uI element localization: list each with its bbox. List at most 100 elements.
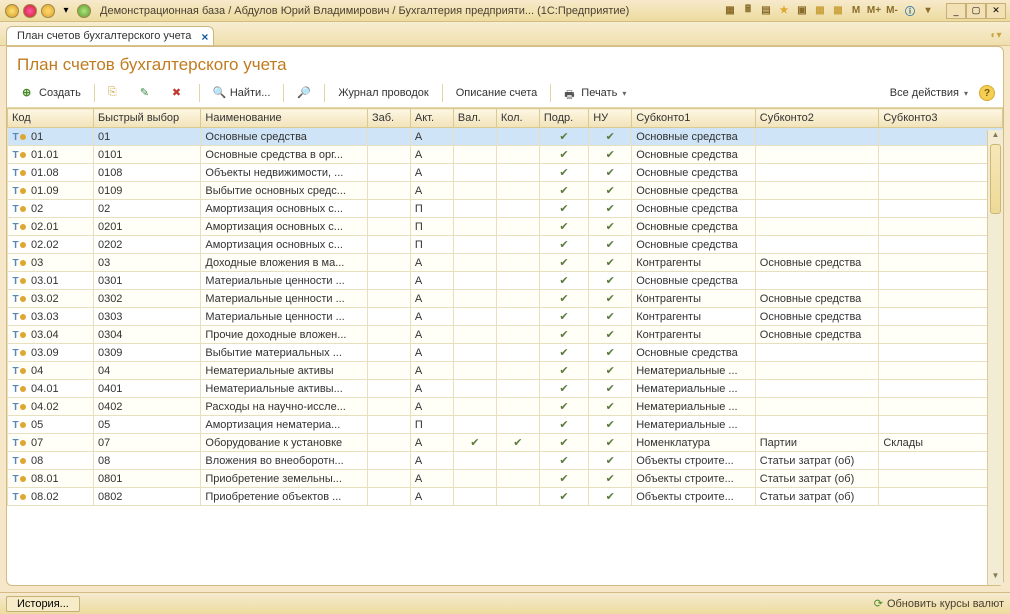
traffic-yellow-icon[interactable] xyxy=(40,3,56,19)
toolbar: ⊕Создать ⎘ ✎ ✖ 🔍Найти... 🔎 Журнал провод… xyxy=(7,81,1003,108)
grid-header-row: Код Быстрый выбор Наименование Заб. Акт.… xyxy=(8,109,1003,128)
close-button[interactable]: ✕ xyxy=(986,3,1006,19)
tb-mminus-icon[interactable]: M- xyxy=(884,3,900,19)
refresh-rates-link[interactable]: Обновить курсы валют xyxy=(887,598,1004,610)
table-row[interactable]: Т 08.010801Приобретение земельны...А✔✔Об… xyxy=(8,470,1003,488)
journal-button[interactable]: Журнал проводок xyxy=(331,84,435,102)
app-logo-icon xyxy=(4,3,20,19)
table-row[interactable]: Т 01.010101Основные средства в орг...А✔✔… xyxy=(8,146,1003,164)
col-s3[interactable]: Субконто3 xyxy=(879,109,1003,128)
table-row[interactable]: Т 0202Амортизация основных с...П✔✔Основн… xyxy=(8,200,1003,218)
account-icon: Т xyxy=(12,168,26,179)
grid: Код Быстрый выбор Наименование Заб. Акт.… xyxy=(7,108,1003,585)
titlebar: ▾ Демонстрационная база / Абдулов Юрий В… xyxy=(0,0,1010,22)
info-icon[interactable]: ⓘ xyxy=(902,3,918,19)
statusbar: История... ⟳ Обновить курсы валют xyxy=(0,592,1010,614)
traffic-red-icon[interactable] xyxy=(22,3,38,19)
account-icon: Т xyxy=(12,276,26,287)
scroll-down-icon[interactable]: ▼ xyxy=(988,571,1003,585)
table-row[interactable]: Т 08.020802Приобретение объектов ...А✔✔О… xyxy=(8,488,1003,506)
help-icon[interactable]: ? xyxy=(979,85,995,101)
create-button[interactable]: ⊕Создать xyxy=(15,83,88,103)
tab-close-icon[interactable]: × xyxy=(201,30,208,44)
table-row[interactable]: Т 04.010401Нематериальные активы...А✔✔Не… xyxy=(8,380,1003,398)
col-zab[interactable]: Заб. xyxy=(367,109,410,128)
account-icon: Т xyxy=(12,384,26,395)
tb-m-icon[interactable]: M xyxy=(848,3,864,19)
favorites-icon[interactable]: ★ xyxy=(776,3,792,19)
info-dropdown-icon[interactable]: ▾ xyxy=(920,3,936,19)
table-row[interactable]: Т 0404Нематериальные активыА✔✔Нематериал… xyxy=(8,362,1003,380)
table-row[interactable]: Т 02.010201Амортизация основных с...П✔✔О… xyxy=(8,218,1003,236)
table-row[interactable]: Т 04.020402Расходы на научно-иссле...А✔✔… xyxy=(8,398,1003,416)
tab-dropdown-icon[interactable]: ◐▾ xyxy=(988,27,1004,43)
account-icon: Т xyxy=(12,474,26,485)
table-row[interactable]: Т 01.090109Выбытие основных средс...А✔✔О… xyxy=(8,182,1003,200)
minimize-button[interactable]: _ xyxy=(946,3,966,19)
col-s1[interactable]: Субконто1 xyxy=(632,109,756,128)
account-icon: Т xyxy=(12,348,26,359)
table-row[interactable]: Т 0101Основные средстваА✔✔Основные средс… xyxy=(8,128,1003,146)
table-row[interactable]: Т 0505Амортизация нематериа...П✔✔Нематер… xyxy=(8,416,1003,434)
tb-mplus-icon[interactable]: M+ xyxy=(866,3,882,19)
table-row[interactable]: Т 02.020202Амортизация основных с...П✔✔О… xyxy=(8,236,1003,254)
account-icon: Т xyxy=(12,366,26,377)
tb-tool3-icon[interactable]: ▤ xyxy=(758,3,774,19)
history-button[interactable]: История... xyxy=(6,596,80,612)
all-actions-button[interactable]: Все действия xyxy=(883,84,975,102)
tb-calc-icon[interactable]: ▦ xyxy=(812,3,828,19)
account-description-button[interactable]: Описание счета xyxy=(449,84,545,102)
tb-calendar-icon[interactable]: ▦ xyxy=(830,3,846,19)
tb-tool2-icon[interactable]: 🖩 xyxy=(740,3,756,19)
account-icon: Т xyxy=(12,438,26,449)
table-row[interactable]: Т 0808Вложения во внеоборотн...А✔✔Объект… xyxy=(8,452,1003,470)
col-akt[interactable]: Акт. xyxy=(410,109,453,128)
account-icon: Т xyxy=(12,258,26,269)
copy-button[interactable]: ⎘ xyxy=(101,83,129,103)
tb-tool4-icon[interactable]: ▣ xyxy=(794,3,810,19)
window-title: Демонстрационная база / Абдулов Юрий Вла… xyxy=(92,5,722,17)
col-val[interactable]: Вал. xyxy=(453,109,496,128)
traffic-dropdown-icon[interactable]: ▾ xyxy=(58,3,74,19)
table-row[interactable]: Т 0707Оборудование к установкеА✔✔✔✔Номен… xyxy=(8,434,1003,452)
table-row[interactable]: Т 0303Доходные вложения в ма...А✔✔Контра… xyxy=(8,254,1003,272)
account-icon: Т xyxy=(12,240,26,251)
col-s2[interactable]: Субконто2 xyxy=(755,109,879,128)
account-icon: Т xyxy=(12,150,26,161)
account-icon: Т xyxy=(12,330,26,341)
table-row[interactable]: Т 03.020302Материальные ценности ...А✔✔К… xyxy=(8,290,1003,308)
table-row[interactable]: Т 03.090309Выбытие материальных ...А✔✔Ос… xyxy=(8,344,1003,362)
tab-plan-accounts[interactable]: План счетов бухгалтерского учета × xyxy=(6,26,214,45)
account-icon: Т xyxy=(12,222,26,233)
col-name[interactable]: Наименование xyxy=(201,109,368,128)
table-row[interactable]: Т 03.040304Прочие доходные вложен...А✔✔К… xyxy=(8,326,1003,344)
delete-button[interactable]: ✖ xyxy=(165,83,193,103)
table-row[interactable]: Т 01.080108Объекты недвижимости, ...А✔✔О… xyxy=(8,164,1003,182)
vertical-scrollbar[interactable]: ▲ ▼ xyxy=(987,130,1003,585)
table-row[interactable]: Т 03.010301Материальные ценности ...А✔✔О… xyxy=(8,272,1003,290)
account-icon: Т xyxy=(12,204,26,215)
account-icon: Т xyxy=(12,492,26,503)
col-code[interactable]: Код xyxy=(8,109,94,128)
edit-button[interactable]: ✎ xyxy=(133,83,161,103)
traffic-green-icon[interactable] xyxy=(76,3,92,19)
col-nu[interactable]: НУ xyxy=(589,109,632,128)
scroll-thumb[interactable] xyxy=(990,144,1001,214)
workarea: План счетов бухгалтерского учета ⊕Создат… xyxy=(6,46,1004,586)
refresh-rates-icon[interactable]: ⟳ xyxy=(874,597,883,610)
tb-tool1-icon[interactable]: ▦ xyxy=(722,3,738,19)
find-button[interactable]: 🔍Найти... xyxy=(206,83,278,103)
col-kol[interactable]: Кол. xyxy=(496,109,539,128)
account-icon: Т xyxy=(12,420,26,431)
tabbar: План счетов бухгалтерского учета × ◐▾ xyxy=(0,22,1010,46)
clear-find-button[interactable]: 🔎 xyxy=(290,83,318,103)
col-quick[interactable]: Быстрый выбор xyxy=(93,109,200,128)
print-button[interactable]: 🖶Печать xyxy=(557,83,633,103)
account-icon: Т xyxy=(12,402,26,413)
scroll-up-icon[interactable]: ▲ xyxy=(988,130,1003,144)
col-podr[interactable]: Подр. xyxy=(539,109,588,128)
maximize-button[interactable]: ▢ xyxy=(966,3,986,19)
page-title: План счетов бухгалтерского учета xyxy=(7,47,1003,81)
tab-label: План счетов бухгалтерского учета xyxy=(17,30,191,42)
table-row[interactable]: Т 03.030303Материальные ценности ...А✔✔К… xyxy=(8,308,1003,326)
